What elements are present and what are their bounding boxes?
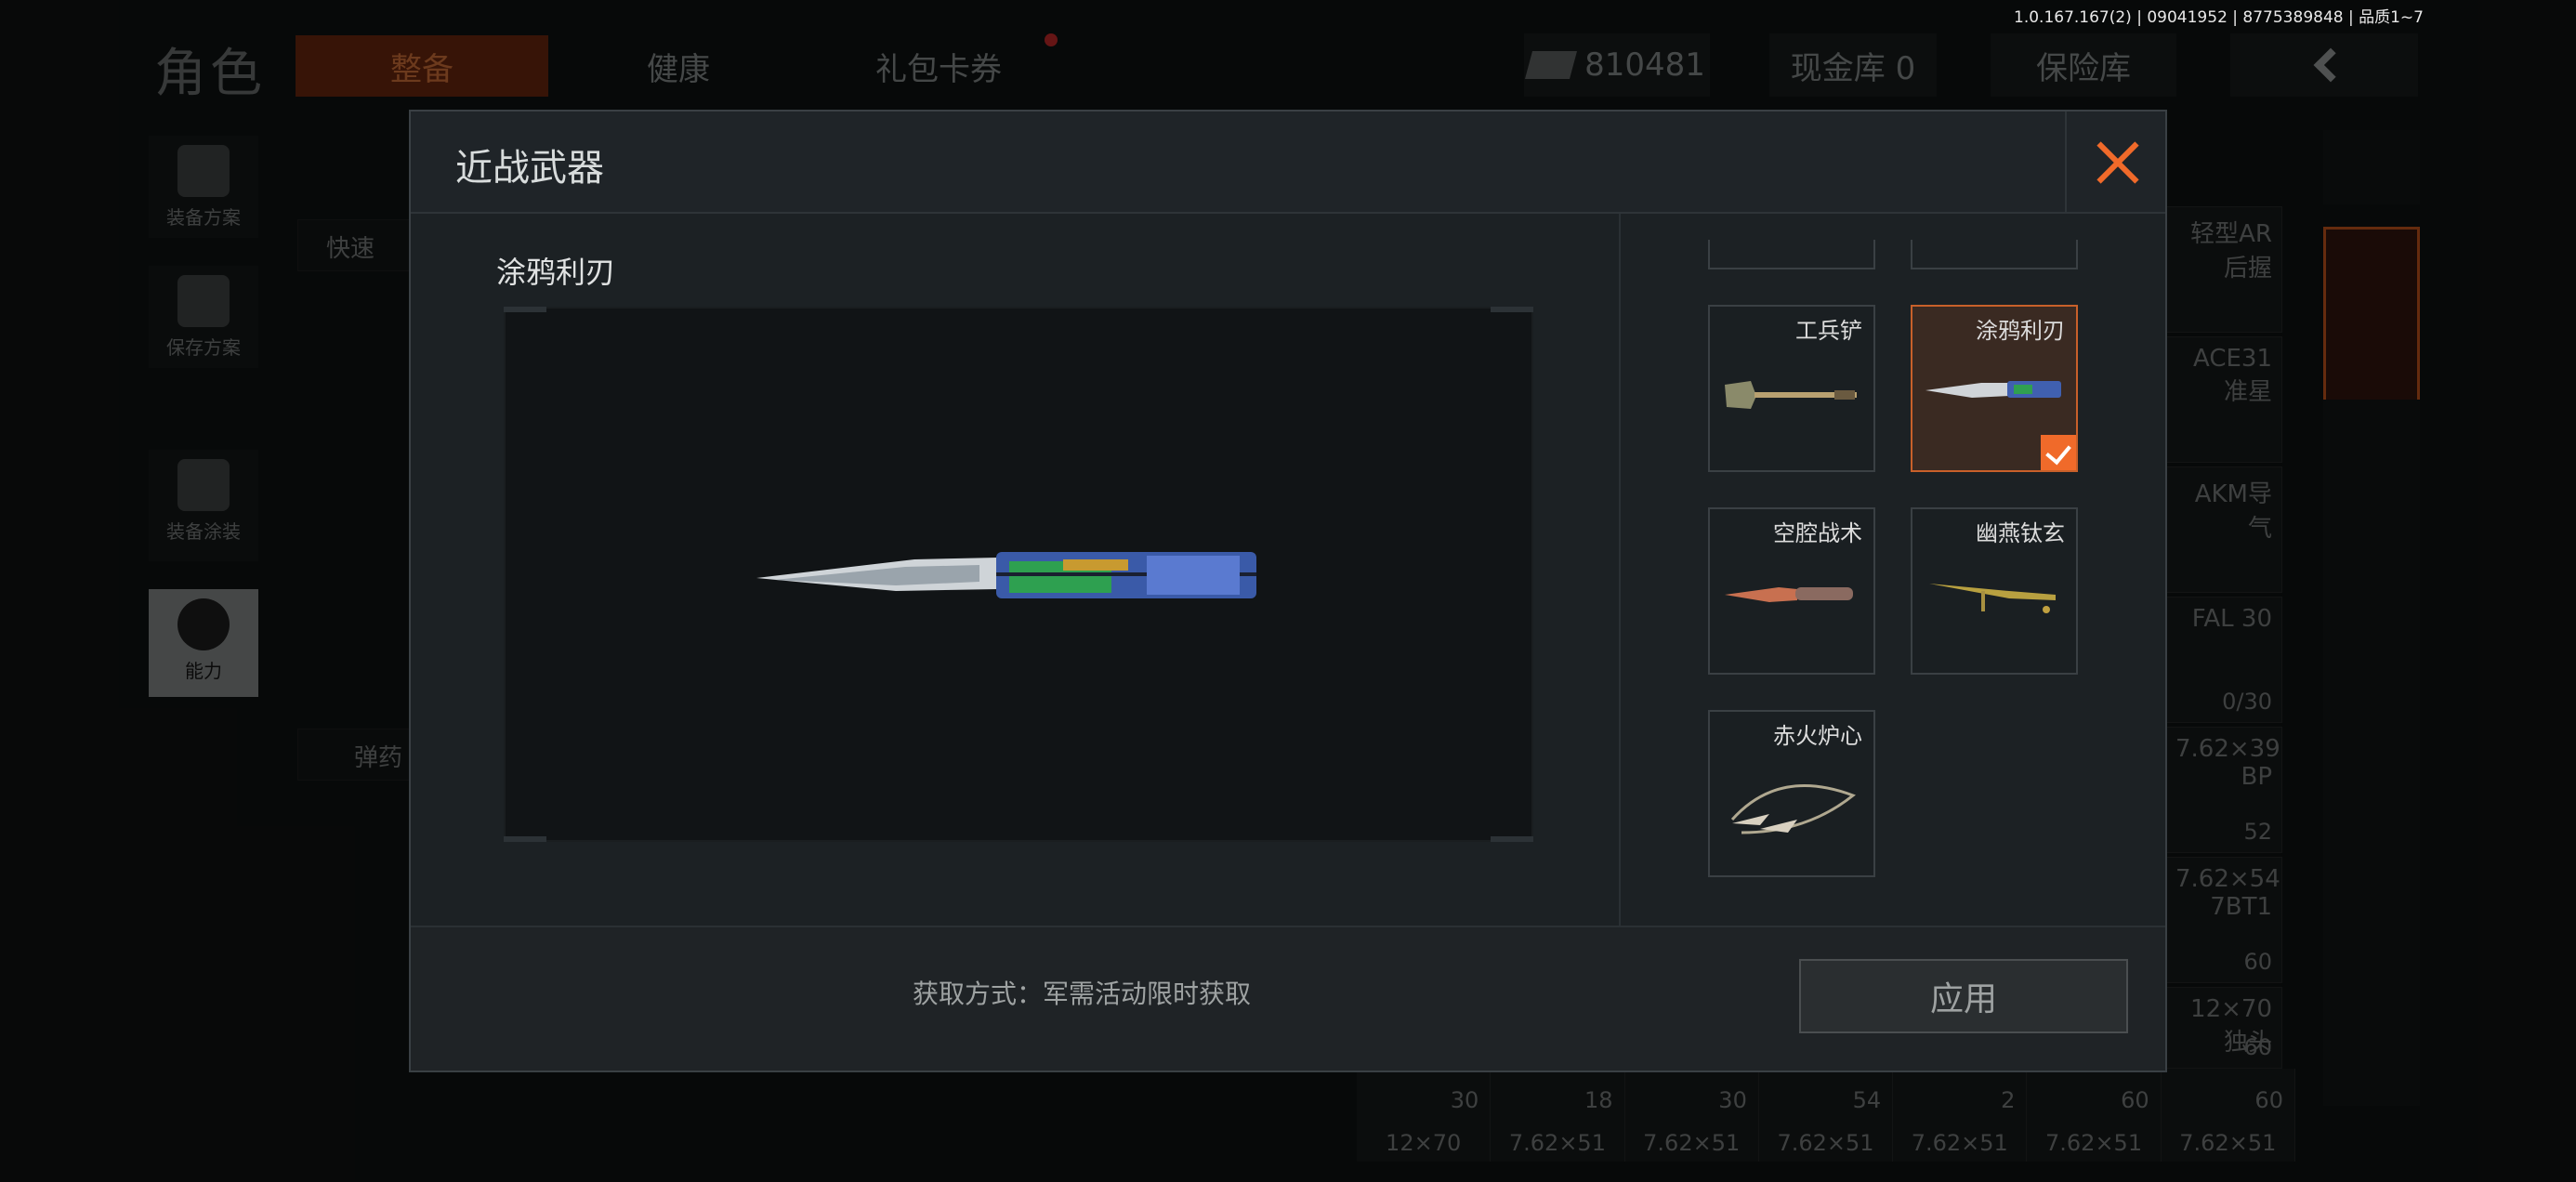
ammo-cell[interactable]: 54 7.62×51	[1758, 1069, 1894, 1162]
helmet-icon	[177, 459, 230, 511]
bg-quick-button[interactable]: 快速	[297, 219, 418, 271]
rope-dart-image	[1730, 784, 1857, 834]
melee-card-label: 幽燕钛玄	[1976, 520, 2065, 546]
inv-slot[interactable]: ACE31准星	[2165, 336, 2282, 463]
bg-tab-equip[interactable]: 整备	[296, 35, 548, 97]
butterfly-knife-image	[1925, 381, 2061, 398]
ammo-cell[interactable]: 30 12×70	[1357, 1069, 1492, 1162]
left-item-save[interactable]: 保存方案	[149, 266, 258, 368]
melee-card[interactable]: 工兵铲	[1708, 305, 1875, 472]
melee-weapon-dialog: 近战武器 涂鸦利刃 工兵铲 涂鸦利刃 空腔战术 幽燕钛玄 赤火炉心 获取方式：军…	[409, 110, 2167, 1072]
ammo-cell[interactable]: 30 7.62×51	[1624, 1069, 1759, 1162]
inv-slot[interactable]: 7.62×54 7BT1 60	[2165, 857, 2282, 983]
melee-card[interactable]: 幽燕钛玄	[1911, 507, 2078, 675]
ammo-cell[interactable]: 60 7.62×51	[2161, 1069, 2295, 1162]
right-strip-slot[interactable]	[2323, 576, 2420, 753]
ammo-row: 30 12×70 18 7.62×51 30 7.62×51 54 7.62×51 27…	[1357, 1069, 2295, 1162]
bg-tab-gifts[interactable]: 礼包卡券	[836, 35, 1041, 97]
right-strip-slot[interactable]	[2323, 400, 2420, 576]
bg-page-title: 角色	[154, 44, 266, 104]
tactical-knife-image	[1725, 587, 1853, 602]
inv-slot[interactable]: AKM导气	[2165, 466, 2282, 593]
close-icon[interactable]	[2065, 112, 2165, 214]
lightning-icon	[177, 598, 230, 650]
back-arrow-icon	[2313, 47, 2348, 83]
melee-card-label: 空腔战术	[1773, 520, 1862, 546]
grid-stub	[1708, 240, 1875, 269]
inv-slot[interactable]: 7.62×39 BP 52	[2165, 727, 2282, 853]
inv-slot[interactable]: 12×70 独头 60	[2165, 987, 2282, 1069]
right-strip-selected[interactable]	[2323, 227, 2420, 403]
weapon-preview[interactable]	[504, 307, 1533, 842]
vest-icon	[177, 145, 230, 197]
melee-card-label: 赤火炉心	[1773, 723, 1862, 749]
dialog-divider	[1619, 214, 1621, 927]
dialog-title: 近战武器	[455, 147, 604, 190]
right-strip-top[interactable]	[2323, 130, 2420, 204]
version-label: 1.0.167.167(2) | 09041952 | 8775389848 |…	[2014, 8, 2424, 27]
cash-icon	[1525, 51, 1578, 79]
dialog-header: 近战武器	[411, 112, 2165, 214]
left-item-loadout[interactable]: 装备方案	[149, 136, 258, 238]
bg-safe[interactable]: 保险库	[1991, 33, 2176, 97]
inv-slot[interactable]: 轻型AR后握	[2165, 206, 2282, 333]
selected-weapon-name: 涂鸦利刃	[496, 255, 616, 290]
left-item-ability[interactable]: 能力	[149, 589, 258, 697]
ammo-cell[interactable]: 60 7.62×51	[2027, 1069, 2162, 1162]
dialog-footer: 获取方式：军需活动限时获取 应用	[411, 926, 2165, 1070]
melee-card-selected[interactable]: 涂鸦利刃	[1911, 305, 2078, 472]
acquire-method: 获取方式：军需活动限时获取	[913, 978, 1252, 1009]
notification-dot	[1045, 33, 1058, 46]
bg-cash-vault[interactable]: 现金库 0	[1769, 33, 1937, 97]
bg-ammo-button[interactable]: 弹药	[297, 729, 418, 781]
checkmark-icon	[2041, 435, 2076, 470]
melee-card[interactable]: 空腔战术	[1708, 507, 1875, 675]
bg-back-button[interactable]	[2230, 33, 2418, 97]
bg-money: 810481	[1524, 33, 1710, 97]
grid-stub	[1911, 240, 2078, 269]
apply-button[interactable]: 应用	[1799, 959, 2128, 1033]
ammo-cell[interactable]: 2 7.62×51	[1893, 1069, 2028, 1162]
right-strip-slot[interactable]	[2323, 929, 2420, 1106]
inv-slot[interactable]: FAL 30 0/30	[2165, 597, 2282, 723]
bg-tab-health[interactable]: 健康	[613, 35, 743, 97]
ornate-knife-image	[1929, 584, 2056, 613]
melee-card-label: 涂鸦利刃	[1976, 318, 2065, 344]
ammo-cell[interactable]: 18 7.62×51	[1491, 1069, 1625, 1162]
shovel-image	[1725, 381, 1857, 409]
download-icon	[177, 275, 230, 327]
right-strip-slot[interactable]	[2323, 753, 2420, 929]
melee-card[interactable]: 赤火炉心	[1708, 710, 1875, 877]
melee-card-label: 工兵铲	[1795, 318, 1862, 344]
left-item-skin[interactable]: 装备涂装	[149, 450, 258, 561]
butterfly-knife-image	[756, 552, 1256, 598]
